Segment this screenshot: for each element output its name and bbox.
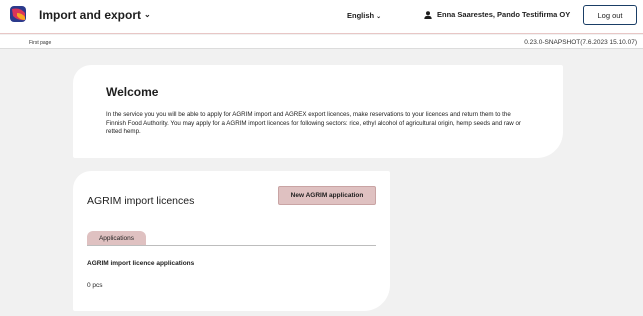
tab-applications[interactable]: Applications bbox=[87, 231, 146, 245]
new-agrim-application-button[interactable]: New AGRIM application bbox=[278, 186, 376, 205]
tab-divider bbox=[87, 245, 376, 246]
logout-button[interactable]: Log out bbox=[583, 5, 637, 25]
chevron-down-icon: ⌄ bbox=[376, 14, 382, 20]
agrim-title: AGRIM import licences bbox=[87, 195, 195, 207]
applications-count: 0 pcs bbox=[87, 282, 103, 289]
chevron-down-icon: ⌄ bbox=[144, 10, 151, 19]
welcome-text: In the service you you will be able to a… bbox=[106, 111, 521, 135]
app-logo[interactable] bbox=[8, 4, 28, 24]
applications-section-title: AGRIM import licence applications bbox=[87, 260, 195, 267]
breadcrumb[interactable]: First page bbox=[29, 40, 51, 46]
language-label: English bbox=[347, 11, 375, 20]
app-title: Import and export bbox=[39, 8, 142, 22]
user-info: Enna Saarestes, Pando Testifirma OY bbox=[424, 10, 570, 19]
agrim-licences-card: AGRIM import licences New AGRIM applicat… bbox=[73, 171, 390, 311]
welcome-title: Welcome bbox=[106, 85, 159, 99]
welcome-card: Welcome In the service you you will be a… bbox=[73, 65, 563, 158]
app-title-menu[interactable]: Import and export ⌄ bbox=[39, 8, 151, 22]
top-bar: Import and export ⌄ English ⌄ Enna Saarest… bbox=[0, 0, 643, 34]
user-icon bbox=[424, 10, 432, 19]
language-selector[interactable]: English ⌄ bbox=[347, 11, 381, 20]
user-name: Enna Saarestes, Pando Testifirma OY bbox=[437, 10, 571, 19]
sub-header: First page 0.23.0-SNAPSHOT(7.6.2023 15.1… bbox=[0, 35, 643, 49]
version-label: 0.23.0-SNAPSHOT(7.6.2023 15.10.07) bbox=[524, 39, 637, 46]
